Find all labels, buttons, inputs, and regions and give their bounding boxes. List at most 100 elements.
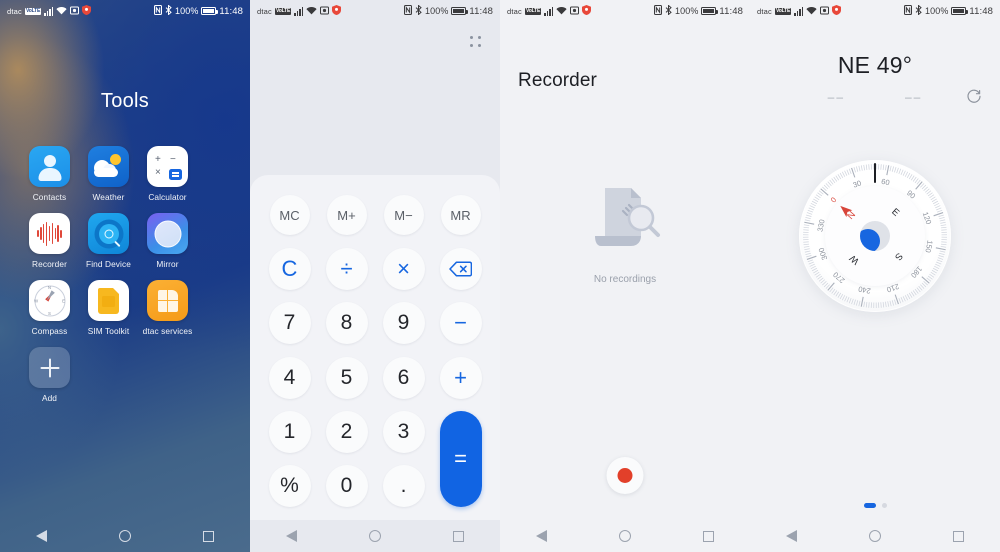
app-label: Compass — [31, 326, 68, 336]
security-shield-icon — [82, 5, 92, 17]
app-compass[interactable]: NESW Compass — [20, 280, 79, 336]
key-equals[interactable]: = — [439, 410, 482, 507]
app-label: Recorder — [32, 259, 67, 269]
app-row: Add — [20, 347, 230, 403]
key-subtract[interactable]: − — [439, 302, 482, 345]
recents-button[interactable] — [441, 520, 475, 552]
svg-text:330: 330 — [815, 219, 826, 233]
bluetooth-icon — [415, 4, 422, 17]
app-label: Mirror — [156, 259, 179, 269]
signal-bars-icon — [294, 6, 304, 16]
wifi-icon — [56, 6, 68, 17]
compass-dial[interactable]: 0 30 60 90 120 150 180 210 240 270 300 330 N E S W — [799, 160, 951, 312]
key-divide[interactable]: ÷ — [325, 248, 368, 291]
app-calculator[interactable]: + − × Calculator — [138, 146, 197, 202]
key-multiply[interactable]: × — [382, 248, 425, 291]
key-decimal[interactable]: . — [382, 464, 425, 507]
key-3[interactable]: 3 — [382, 410, 425, 453]
home-button[interactable] — [108, 520, 142, 552]
dtac-services-icon — [147, 280, 188, 321]
battery-icon — [701, 7, 718, 15]
battery-percent-label: 100% — [425, 6, 449, 16]
app-sim-toolkit[interactable]: SIM Toolkit — [79, 280, 138, 336]
svg-text:30: 30 — [852, 178, 863, 189]
page-dot-active[interactable] — [863, 503, 876, 508]
bluetooth-icon — [165, 4, 172, 17]
refresh-icon[interactable] — [966, 88, 982, 104]
key-7[interactable]: 7 — [268, 302, 311, 345]
back-button[interactable] — [275, 520, 309, 552]
app-label: dtac services — [142, 326, 193, 336]
battery-icon — [451, 7, 468, 15]
home-button[interactable] — [858, 520, 892, 552]
battery-percent-label: 100% — [925, 6, 949, 16]
key-8[interactable]: 8 — [325, 302, 368, 345]
key-5[interactable]: 5 — [325, 356, 368, 399]
back-button[interactable] — [775, 520, 809, 552]
key-0[interactable]: 0 — [325, 464, 368, 507]
svg-text:150: 150 — [923, 239, 934, 253]
recents-button[interactable] — [941, 520, 975, 552]
status-bar-right: 100% 11:48 — [904, 4, 993, 17]
contacts-icon — [29, 146, 70, 187]
recents-button[interactable] — [691, 520, 725, 552]
calculator-icon: + − × — [147, 146, 188, 187]
key-2[interactable]: 2 — [325, 410, 368, 453]
app-recorder[interactable]: Recorder — [20, 213, 79, 269]
back-button[interactable] — [525, 520, 559, 552]
sim-toolkit-icon — [88, 280, 129, 321]
key-memory-clear[interactable]: MC — [269, 195, 310, 236]
navigation-bar — [0, 520, 250, 552]
key-4[interactable]: 4 — [268, 356, 311, 399]
key-percent[interactable]: % — [268, 464, 311, 507]
coordinates-row: –– –– — [750, 88, 1000, 106]
key-1[interactable]: 1 — [268, 410, 311, 453]
find-device-icon — [88, 213, 129, 254]
key-6[interactable]: 6 — [382, 356, 425, 399]
folder-title: Tools — [100, 90, 150, 112]
record-button[interactable] — [606, 457, 644, 494]
backspace-icon — [449, 261, 472, 277]
app-label: Weather — [92, 192, 125, 202]
navigation-bar — [500, 520, 750, 552]
home-button[interactable] — [358, 520, 392, 552]
empty-state-label: No recordings — [593, 274, 657, 285]
app-weather[interactable]: Weather — [79, 146, 138, 202]
key-memory-subtract[interactable]: M− — [383, 195, 424, 236]
mirror-icon — [147, 213, 188, 254]
app-row: Recorder Find Device Mirror — [20, 213, 230, 269]
recorder-icon — [29, 213, 70, 254]
key-add[interactable]: + — [439, 356, 482, 399]
app-contacts[interactable]: Contacts — [20, 146, 79, 202]
key-clear[interactable]: C — [268, 248, 311, 291]
screenshot-icon — [570, 6, 580, 17]
app-label: Contacts — [32, 192, 67, 202]
nfc-icon — [904, 5, 912, 17]
status-bar: dtac VoLTE 100% 11:48 — [0, 0, 250, 22]
app-dtac-services[interactable]: dtac services — [138, 280, 197, 336]
page-dot-inactive[interactable] — [881, 503, 887, 508]
navigation-bar — [250, 520, 500, 552]
screenshot-icon — [820, 6, 830, 17]
latitude-value: –– — [827, 90, 845, 104]
key-memory-recall[interactable]: MR — [440, 195, 481, 236]
app-add[interactable]: Add — [20, 347, 79, 403]
fixed-heading-indicator — [874, 163, 876, 183]
status-bar-right: 100% 11:48 — [654, 4, 743, 17]
wifi-icon — [806, 6, 818, 17]
bluetooth-icon — [915, 4, 922, 17]
battery-percent-label: 100% — [675, 6, 699, 16]
nfc-icon — [154, 5, 162, 17]
page-title: Recorder — [518, 70, 597, 91]
volte-icon: VoLTE — [274, 7, 292, 15]
key-9[interactable]: 9 — [382, 302, 425, 345]
key-memory-add[interactable]: M+ — [326, 195, 367, 236]
app-find-device[interactable]: Find Device — [79, 213, 138, 269]
app-mirror[interactable]: Mirror — [138, 213, 197, 269]
home-button[interactable] — [608, 520, 642, 552]
clock-label: 11:48 — [719, 5, 743, 17]
key-backspace[interactable] — [439, 248, 482, 291]
screenshot-icon — [320, 6, 330, 17]
back-button[interactable] — [25, 520, 59, 552]
recents-button[interactable] — [191, 520, 225, 552]
